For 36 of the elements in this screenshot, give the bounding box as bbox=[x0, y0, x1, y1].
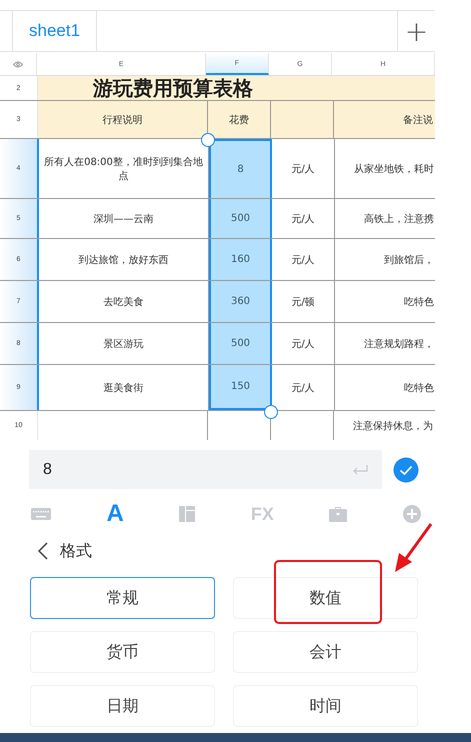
table-cell: 元/人 bbox=[272, 139, 335, 198]
table-cell: 元/人 bbox=[272, 323, 335, 364]
table-cell-text: 吃特色 bbox=[403, 382, 435, 396]
eye-icon[interactable] bbox=[13, 60, 24, 68]
table-cell: 8 bbox=[209, 139, 272, 198]
table-cell: 备注说 bbox=[334, 101, 435, 138]
confirm-button[interactable] bbox=[393, 456, 419, 482]
table-cell-text: 吃特色 bbox=[403, 296, 435, 310]
table-cell: 160 bbox=[209, 239, 272, 280]
table-cell: 500 bbox=[209, 199, 272, 238]
return-icon bbox=[352, 464, 368, 476]
format-option[interactable]: 会计 bbox=[233, 631, 418, 673]
table-cell: 元/人 bbox=[272, 239, 335, 280]
formula-field[interactable]: 8 bbox=[29, 450, 382, 489]
table-cell-text: 注意规划路程， bbox=[363, 338, 435, 352]
table-cell: 元/人 bbox=[272, 199, 335, 238]
sheet-title: 游玩费用预算表格 bbox=[38, 76, 435, 100]
table-cell-text: 到旅馆后， bbox=[383, 254, 435, 268]
back-icon[interactable] bbox=[38, 542, 48, 560]
table-cell-text: 注意保持休息，为 bbox=[352, 420, 434, 434]
table-cell-text: 从家坐地铁，耗时 bbox=[353, 162, 435, 176]
table-cell: 元/顿 bbox=[272, 281, 335, 322]
format-option[interactable]: 常规 bbox=[30, 577, 215, 619]
format-option[interactable]: 货币 bbox=[30, 631, 215, 673]
panel-title: 格式 bbox=[60, 540, 92, 562]
format-option[interactable]: 时间 bbox=[233, 685, 418, 727]
table-cell: 行程说明 bbox=[38, 101, 208, 138]
pointer-arrow bbox=[393, 522, 433, 574]
format-option[interactable]: 数值 bbox=[233, 577, 418, 619]
table-cell: 500 bbox=[209, 323, 272, 364]
selection-handle[interactable] bbox=[264, 405, 278, 419]
table-cell-text: 高铁上，注意携 bbox=[363, 212, 435, 226]
table-cell: 360 bbox=[209, 281, 272, 322]
format-option[interactable]: 日期 bbox=[30, 685, 215, 727]
table-cell: 150 bbox=[209, 365, 272, 410]
table-cell: 花费 bbox=[208, 101, 271, 138]
